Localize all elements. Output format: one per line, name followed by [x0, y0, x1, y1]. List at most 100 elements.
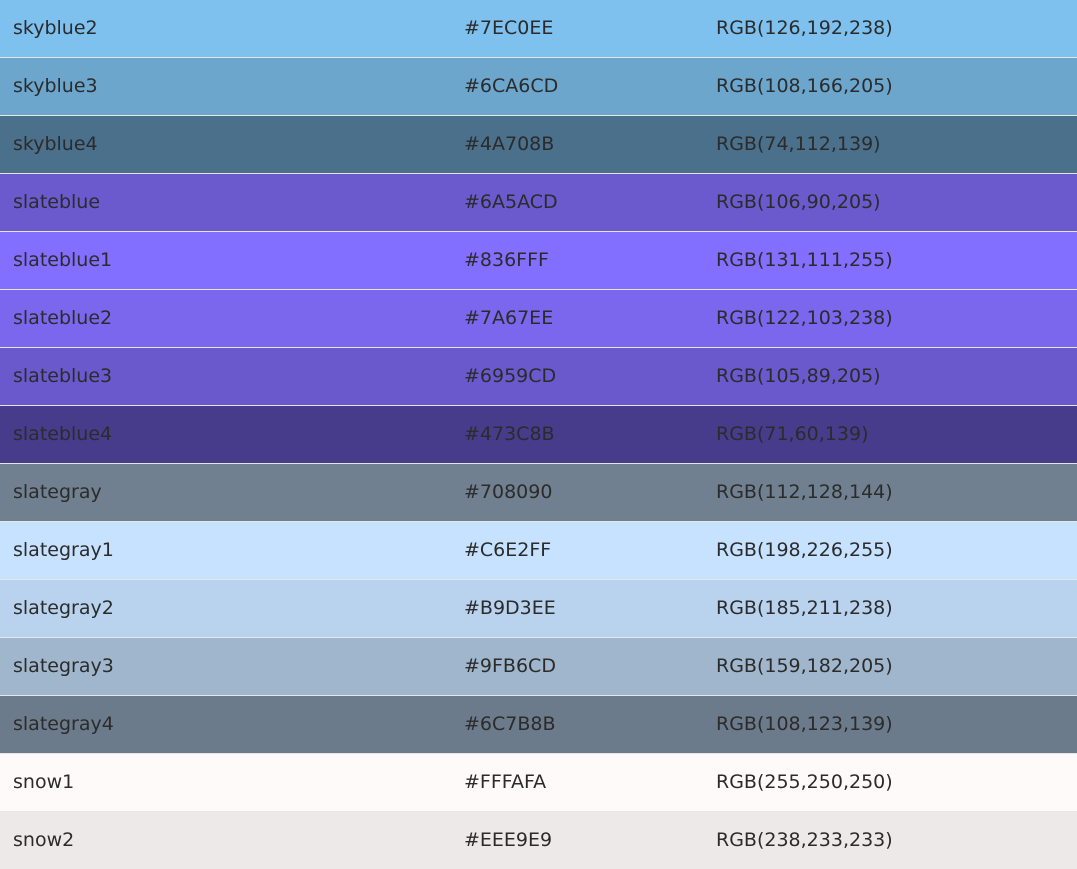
color-hex-cell: #6CA6CD	[464, 58, 716, 116]
color-hex: #6C7B8B	[464, 713, 556, 735]
color-rgb: RGB(108,123,139)	[716, 713, 893, 735]
color-name: slategray	[13, 481, 102, 503]
color-hex-cell: #473C8B	[464, 406, 716, 464]
color-rgb-cell: RGB(255,250,250)	[716, 754, 1077, 812]
color-hex: #6CA6CD	[464, 75, 558, 97]
color-hex: #6959CD	[464, 365, 556, 387]
color-rgb: RGB(112,128,144)	[716, 481, 893, 503]
color-rgb: RGB(108,166,205)	[716, 75, 893, 97]
color-name-cell: snow2	[0, 812, 464, 869]
color-rgb-cell: RGB(159,182,205)	[716, 638, 1077, 696]
color-hex-cell: #4A708B	[464, 116, 716, 174]
color-hex: #B9D3EE	[464, 597, 556, 619]
color-name: slateblue3	[13, 365, 112, 387]
color-hex-cell: #B9D3EE	[464, 580, 716, 638]
color-rgb-cell: RGB(106,90,205)	[716, 174, 1077, 232]
color-row: slateblue #6A5ACD RGB(106,90,205)	[0, 174, 1077, 232]
color-hex: #836FFF	[464, 249, 549, 271]
color-name-cell: slateblue4	[0, 406, 464, 464]
color-name: slateblue4	[13, 423, 112, 445]
color-rgb-cell: RGB(238,233,233)	[716, 812, 1077, 869]
color-name-cell: slateblue3	[0, 348, 464, 406]
color-row: slategray4 #6C7B8B RGB(108,123,139)	[0, 696, 1077, 754]
color-row: snow1 #FFFAFA RGB(255,250,250)	[0, 754, 1077, 812]
color-row: snow2 #EEE9E9RGB(238,233,233)	[0, 812, 1077, 869]
color-name: slateblue2	[13, 307, 112, 329]
color-table: skyblue2 #7EC0EE RGB(126,192,238) skyblue3…	[0, 0, 1077, 869]
color-rgb-cell: RGB(71,60,139)	[716, 406, 1077, 464]
color-rgb: RGB(74,112,139)	[716, 133, 881, 155]
color-name-cell: slategray3	[0, 638, 464, 696]
color-row: slateblue4 #473C8B RGB(71,60,139)	[0, 406, 1077, 464]
color-hex-cell: #C6E2FF	[464, 522, 716, 580]
color-rgb: RGB(105,89,205)	[716, 365, 881, 387]
color-hex-cell: #708090	[464, 464, 716, 522]
color-name-cell: skyblue3	[0, 58, 464, 116]
color-row: skyblue3 #6CA6CD RGB(108,166,205)	[0, 58, 1077, 116]
color-rgb: RGB(71,60,139)	[716, 423, 868, 445]
color-name: slategray4	[13, 713, 114, 735]
color-hex: #708090	[464, 481, 552, 503]
color-hex-cell: #6A5ACD	[464, 174, 716, 232]
color-rgb-cell: RGB(112,128,144)	[716, 464, 1077, 522]
color-rgb: RGB(238,233,233)	[716, 829, 893, 851]
color-row: slategray3 #9FB6CD RGB(159,182,205)	[0, 638, 1077, 696]
color-rgb-cell: RGB(108,166,205)	[716, 58, 1077, 116]
color-rgb-cell: RGB(105,89,205)	[716, 348, 1077, 406]
color-rgb: RGB(106,90,205)	[716, 191, 881, 213]
color-rgb: RGB(122,103,238)	[716, 307, 893, 329]
color-rgb: RGB(126,192,238)	[716, 17, 893, 39]
color-name: slategray2	[13, 597, 114, 619]
color-name: slateblue1	[13, 249, 112, 271]
color-hex: #7EC0EE	[464, 17, 553, 39]
color-rgb: RGB(185,211,238)	[716, 597, 893, 619]
color-hex-cell: #7EC0EE	[464, 0, 716, 58]
color-hex: #9FB6CD	[464, 655, 556, 677]
color-name-cell: slategray4	[0, 696, 464, 754]
color-name-cell: slateblue1	[0, 232, 464, 290]
color-name: skyblue2	[13, 17, 98, 39]
color-hex-cell: #EEE9E9	[464, 812, 716, 869]
color-hex: #4A708B	[464, 133, 554, 155]
color-table-body: skyblue2 #7EC0EE RGB(126,192,238) skyblue3…	[0, 0, 1077, 869]
color-name: snow2	[13, 829, 74, 851]
color-rgb-cell: RGB(185,211,238)	[716, 580, 1077, 638]
color-rgb: RGB(255,250,250)	[716, 771, 893, 793]
color-hex: #7A67EE	[464, 307, 553, 329]
color-name-cell: slateblue	[0, 174, 464, 232]
color-hex: #473C8B	[464, 423, 555, 445]
color-rgb: RGB(159,182,205)	[716, 655, 893, 677]
color-rgb-cell: RGB(198,226,255)	[716, 522, 1077, 580]
color-row: slategray1 #C6E2FFRGB(198,226,255)	[0, 522, 1077, 580]
color-name-cell: slateblue2	[0, 290, 464, 348]
color-hex-cell: #7A67EE	[464, 290, 716, 348]
color-name: snow1	[13, 771, 74, 793]
color-row: slategray #708090 RGB(112,128,144)	[0, 464, 1077, 522]
color-name: skyblue4	[13, 133, 98, 155]
color-hex-cell: #9FB6CD	[464, 638, 716, 696]
color-row: skyblue4 #4A708B RGB(74,112,139)	[0, 116, 1077, 174]
color-row: slateblue3 #6959CD RGB(105,89,205)	[0, 348, 1077, 406]
color-name-cell: skyblue4	[0, 116, 464, 174]
color-hex-cell: #FFFAFA	[464, 754, 716, 812]
color-name-cell: snow1	[0, 754, 464, 812]
color-name-cell: slategray1	[0, 522, 464, 580]
color-name: slateblue	[13, 191, 100, 213]
color-hex-cell: #6C7B8B	[464, 696, 716, 754]
color-rgb-cell: RGB(74,112,139)	[716, 116, 1077, 174]
color-name: slategray1	[13, 539, 114, 561]
color-rgb-cell: RGB(126,192,238)	[716, 0, 1077, 58]
color-row: slategray2 #B9D3EE RGB(185,211,238)	[0, 580, 1077, 638]
color-row: slateblue2 #7A67EE RGB(122,103,238)	[0, 290, 1077, 348]
color-name: slategray3	[13, 655, 114, 677]
color-name-cell: slategray2	[0, 580, 464, 638]
color-name: skyblue3	[13, 75, 98, 97]
color-hex-cell: #6959CD	[464, 348, 716, 406]
color-hex: #FFFAFA	[464, 771, 546, 793]
color-rgb-cell: RGB(108,123,139)	[716, 696, 1077, 754]
color-name-cell: skyblue2	[0, 0, 464, 58]
color-hex: #6A5ACD	[464, 191, 558, 213]
color-rgb-cell: RGB(131,111,255)	[716, 232, 1077, 290]
color-rgb-cell: RGB(122,103,238)	[716, 290, 1077, 348]
color-hex-cell: #836FFF	[464, 232, 716, 290]
